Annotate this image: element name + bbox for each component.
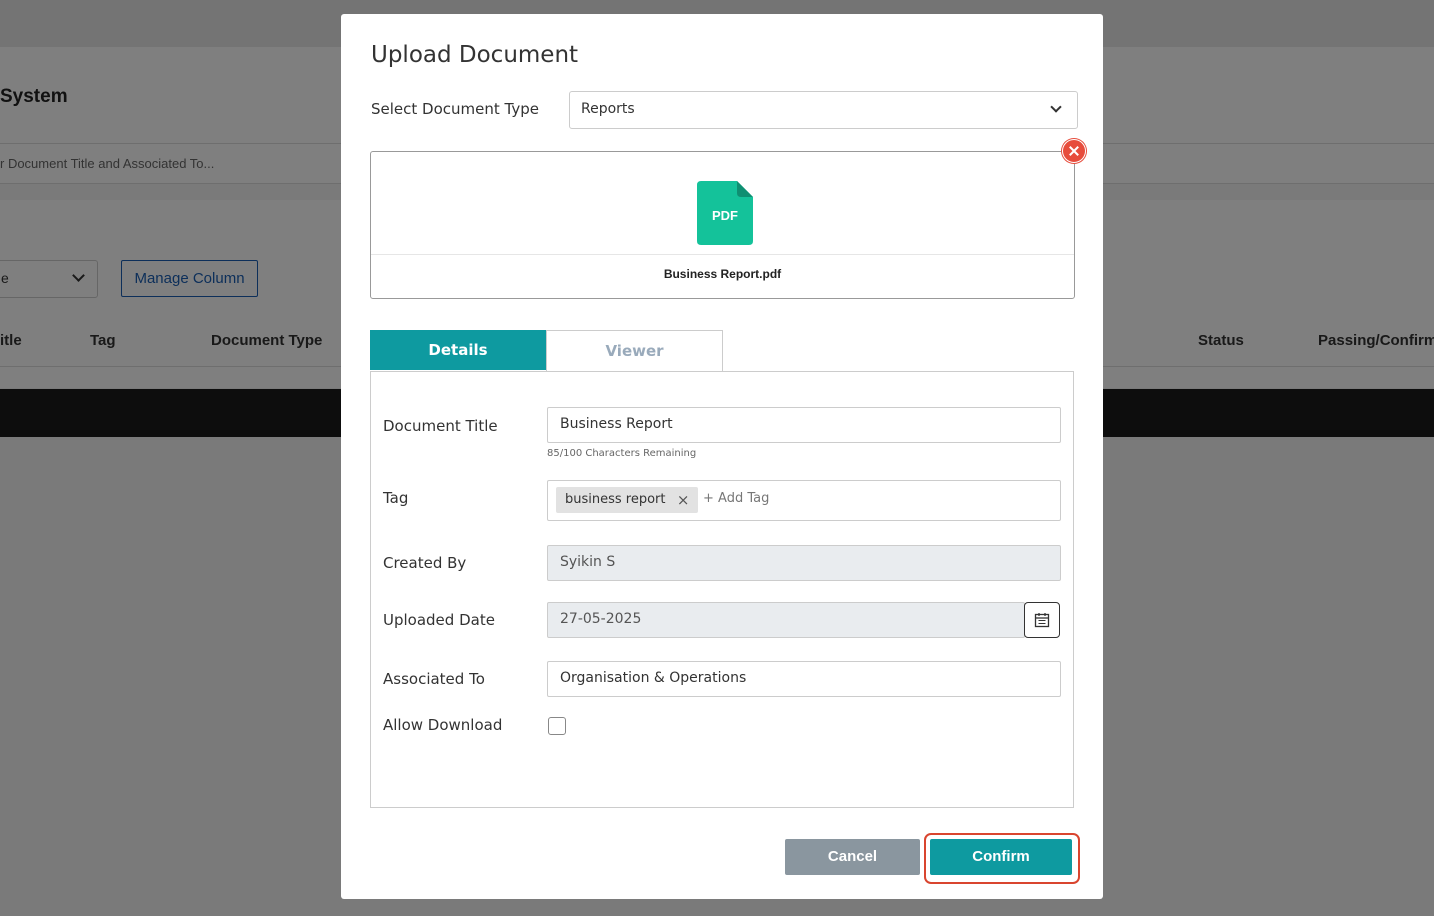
characters-remaining: 85/100 Characters Remaining — [547, 448, 697, 459]
modal-title: Upload Document — [371, 42, 579, 68]
tag-input[interactable]: business report × + Add Tag — [547, 480, 1061, 521]
file-divider — [371, 254, 1074, 255]
uploaded-date-value: 27-05-2025 — [560, 611, 642, 627]
doc-type-label: Select Document Type — [371, 100, 539, 118]
uploaded-date-field: 27-05-2025 — [547, 602, 1025, 638]
uploaded-date-label: Uploaded Date — [383, 611, 495, 629]
remove-file-icon[interactable] — [1062, 139, 1086, 163]
tab-details[interactable]: Details — [370, 330, 546, 370]
calendar-icon — [1034, 613, 1050, 628]
associated-to-value: Organisation & Operations — [560, 670, 747, 686]
upload-document-modal: Upload Document Select Document Type Rep… — [341, 14, 1103, 899]
document-title-label: Document Title — [383, 417, 498, 435]
allow-download-label: Allow Download — [383, 716, 503, 734]
tag-label: Tag — [383, 489, 409, 507]
add-tag-button[interactable]: + Add Tag — [703, 491, 769, 506]
associated-to-label: Associated To — [383, 670, 485, 688]
pdf-file-icon: PDF — [697, 181, 753, 245]
calendar-button[interactable] — [1024, 602, 1060, 638]
doc-type-select[interactable]: Reports — [569, 91, 1078, 129]
confirm-highlight — [924, 833, 1080, 884]
pdf-icon-label: PDF — [712, 208, 738, 223]
tab-viewer[interactable]: Viewer — [546, 330, 723, 371]
file-name: Business Report.pdf — [663, 267, 782, 281]
close-icon[interactable]: × — [677, 487, 690, 513]
allow-download-checkbox[interactable] — [548, 717, 566, 735]
associated-to-input[interactable]: Organisation & Operations — [547, 661, 1061, 697]
created-by-label: Created By — [383, 554, 467, 572]
doc-type-value: Reports — [581, 101, 635, 117]
cancel-button[interactable]: Cancel — [785, 839, 920, 875]
chevron-down-icon — [1050, 101, 1062, 113]
tag-chip-label: business report — [565, 492, 666, 507]
document-title-value: Business Report — [560, 416, 673, 432]
tag-chip: business report × — [556, 487, 698, 513]
created-by-field: Syikin S — [547, 545, 1061, 581]
document-title-input[interactable]: Business Report — [547, 407, 1061, 443]
created-by-value: Syikin S — [560, 554, 616, 570]
file-preview: PDF Business Report.pdf — [370, 151, 1075, 299]
